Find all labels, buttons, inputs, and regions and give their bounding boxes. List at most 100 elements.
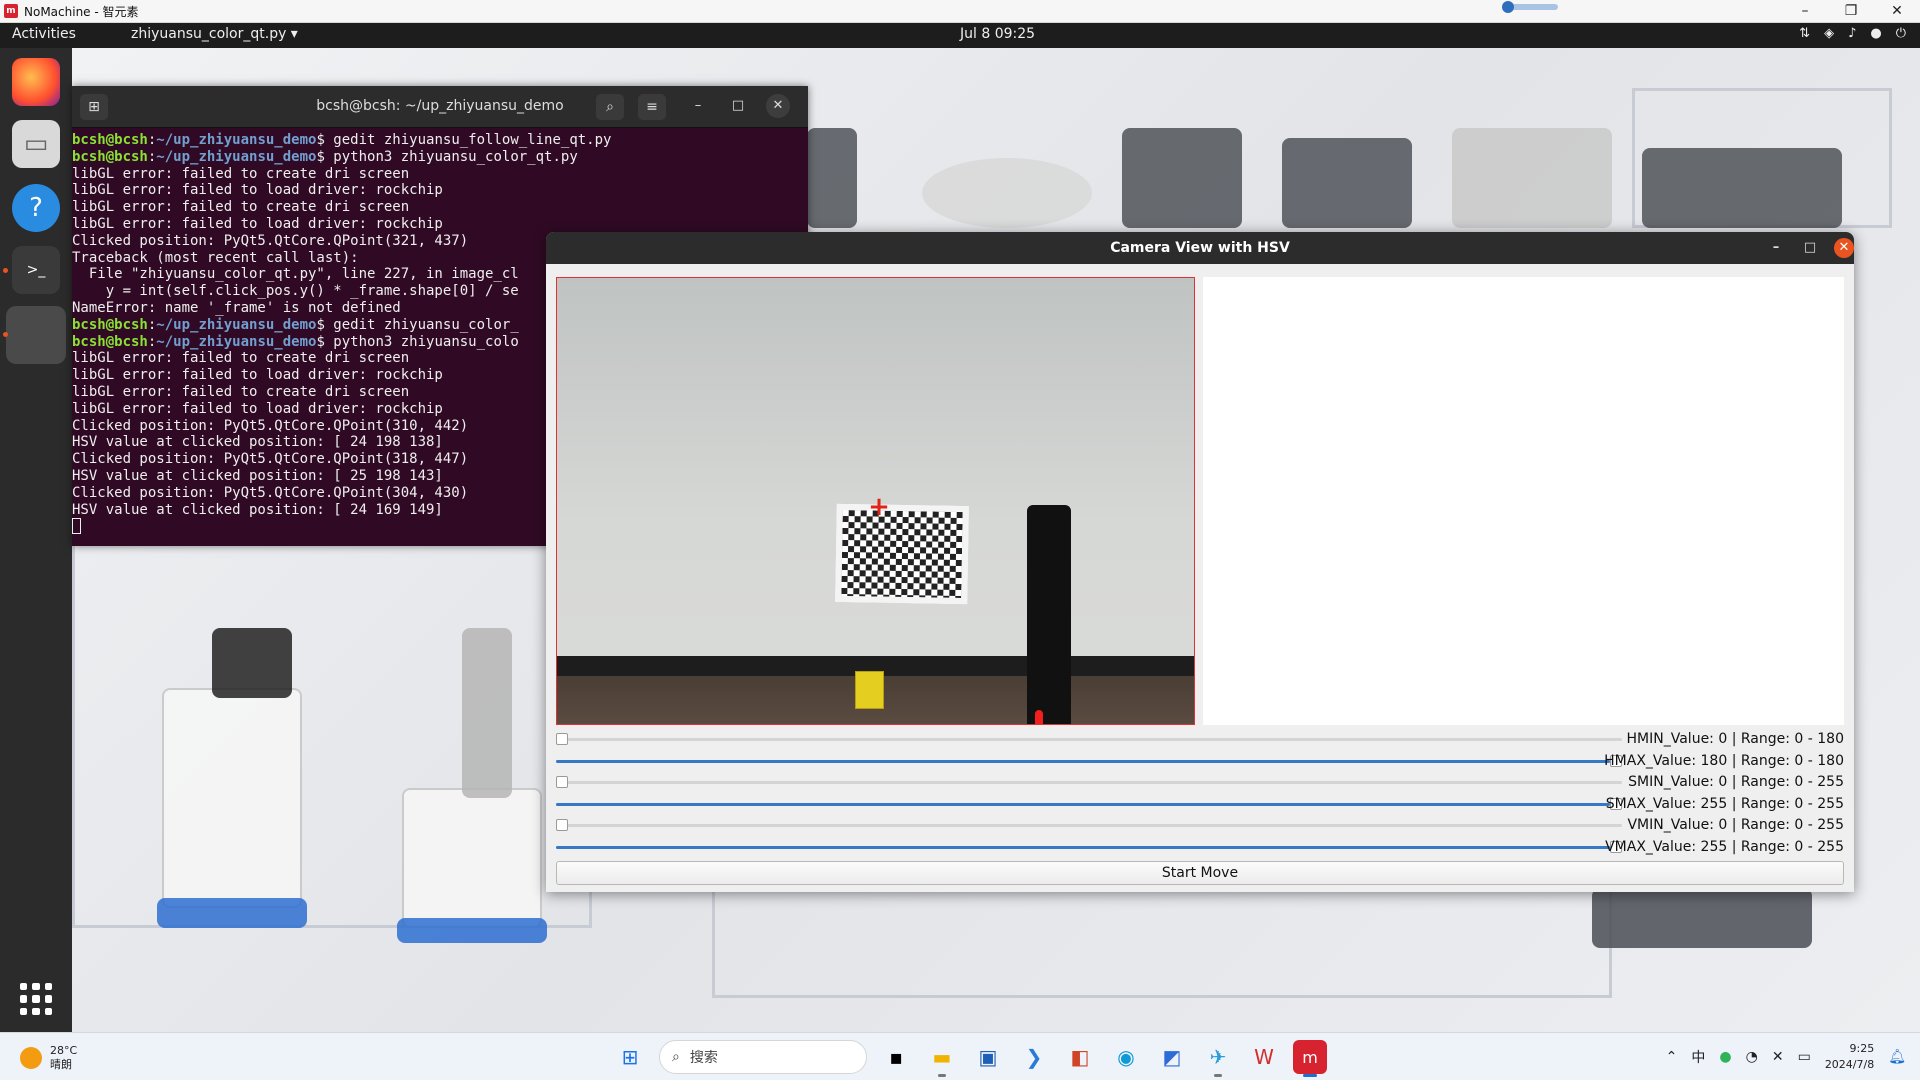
terminal-minimize-button[interactable]: – [686, 94, 710, 118]
camera-close-button[interactable]: ✕ [1834, 238, 1854, 258]
prompt-user: bcsh@bcsh [72, 333, 148, 350]
slider-handle[interactable] [556, 819, 568, 831]
hsv-slider-row: SMIN_Value: 0 | Range: 0 - 255 [556, 772, 1844, 794]
slider-fill [556, 759, 1610, 763]
battery-icon[interactable]: ▭ [1798, 1049, 1811, 1065]
hsv-slider-row: HMAX_Value: 180 | Range: 0 - 180 [556, 751, 1844, 773]
slider-track[interactable] [556, 754, 1622, 767]
restore-button[interactable]: ❐ [1828, 3, 1874, 19]
office-app-icon[interactable]: ◧ [1063, 1040, 1097, 1074]
hsv-mask-view [1203, 277, 1844, 725]
weather-temp: 28°C [50, 1044, 78, 1057]
slider-handle[interactable] [556, 776, 568, 788]
click-crosshair-icon: + [868, 492, 890, 522]
slider-track[interactable] [556, 733, 1622, 745]
camera-titlebar[interactable]: Camera View with HSV – □ ✕ [546, 232, 1854, 264]
terminal-titlebar[interactable]: ⊞ bcsh@bcsh: ~/up_zhiyuansu_demo ⌕ ≡ – □… [72, 86, 808, 128]
terminal-line: libGL error: failed to create dri screen [72, 199, 410, 216]
red-marker [1035, 710, 1043, 724]
slider-handle[interactable] [556, 733, 568, 745]
show-apps-icon[interactable] [20, 983, 52, 1015]
slider-track[interactable] [556, 776, 1622, 788]
terminal-line: libGL error: failed to load driver: rock… [72, 182, 443, 199]
robot-gripper-image [1452, 128, 1612, 228]
chevron-up-icon[interactable]: ⌃ [1666, 1049, 1678, 1065]
prompt-user: bcsh@bcsh [72, 316, 148, 333]
file-explorer-icon[interactable]: ▬ [925, 1040, 959, 1077]
ime-indicator[interactable]: 中 [1691, 1047, 1705, 1067]
mic-icon[interactable]: ● [1870, 26, 1881, 41]
camera-maximize-button[interactable]: □ [1800, 238, 1820, 258]
camera-minimize-button[interactable]: – [1766, 238, 1786, 258]
files-icon[interactable]: ▭ [12, 120, 60, 168]
prompt-path: ~/up_zhiyuansu_demo [156, 316, 317, 333]
windows-start-icon[interactable]: ⊞ [613, 1040, 647, 1074]
camera-video-feed[interactable]: + [556, 277, 1195, 725]
prompt-path: ~/up_zhiyuansu_demo [156, 148, 317, 165]
prompt-user: bcsh@bcsh [72, 148, 148, 165]
vscode-icon[interactable]: ❯ [1017, 1040, 1051, 1074]
terminal-line: bcsh@bcsh:~/up_zhiyuansu_demo$ gedit zhi… [72, 132, 808, 149]
camera-window-title: Camera View with HSV [1110, 240, 1290, 256]
command-text: $ python3 zhiyuansu_color_qt.py [316, 148, 578, 165]
wps-icon[interactable]: W [1247, 1040, 1281, 1074]
taskbar-apps: ⊞ ⌕ 搜索 ▪ ▬ ▣ ❯ ◧ ◉ ◩ ✈ W m [613, 1040, 1327, 1077]
gnome-clock[interactable]: Jul 8 09:25 [960, 26, 1035, 42]
service-robot-image [162, 688, 302, 908]
checkerboard-target [835, 503, 969, 605]
hamburger-menu-icon[interactable]: ≡ [638, 94, 666, 120]
slider-label: VMAX_Value: 255 | Range: 0 - 255 [1605, 838, 1844, 855]
terminal-running-indicator [3, 268, 8, 273]
mute-icon[interactable]: ✕ [1772, 1049, 1784, 1065]
minimize-button[interactable]: – [1782, 3, 1828, 19]
firefox-icon[interactable] [12, 58, 60, 106]
hsv-slider-row: HMIN_Value: 0 | Range: 0 - 180 [556, 729, 1844, 751]
help-icon[interactable]: ? [12, 184, 60, 232]
taskbar-clock[interactable]: 9:25 2024/7/8 [1825, 1041, 1874, 1073]
start-move-button[interactable]: Start Move [556, 861, 1844, 885]
remote-desktop-icon[interactable]: ◩ [1155, 1040, 1189, 1074]
search-icon[interactable]: ⌕ [596, 94, 624, 120]
service-robot-base-image [157, 898, 307, 928]
green-app-icon[interactable]: ● [1719, 1049, 1731, 1065]
gnome-top-bar: Activities zhiyuansu_color_qt.py ▾ Jul 8… [0, 23, 1920, 48]
app-placeholder-icon[interactable] [6, 306, 66, 364]
slider-track[interactable] [556, 840, 1622, 853]
slider-label: SMIN_Value: 0 | Range: 0 - 255 [1628, 774, 1844, 790]
network-icon[interactable]: ⇅ [1799, 26, 1810, 41]
command-text: $ python3 zhiyuansu_colo [316, 333, 519, 350]
nomachine-zoom-slider[interactable] [1502, 1, 1558, 13]
close-button[interactable]: ✕ [1874, 3, 1920, 19]
edge-icon[interactable]: ◉ [1109, 1040, 1143, 1074]
store-icon[interactable]: ▣ [971, 1040, 1005, 1074]
nomachine-taskbar-icon[interactable]: m [1293, 1040, 1327, 1077]
black-pole [1027, 505, 1071, 724]
terminal-maximize-button[interactable]: □ [726, 94, 750, 118]
gnome-tray[interactable]: ⇅ ◈ ♪ ● ⏻ [1799, 26, 1906, 41]
slider-label: HMAX_Value: 180 | Range: 0 - 180 [1604, 752, 1844, 769]
slider-track[interactable] [556, 819, 1622, 831]
slider-label: VMIN_Value: 0 | Range: 0 - 255 [1627, 817, 1844, 833]
feishu-icon[interactable]: ✈ [1201, 1040, 1235, 1077]
power-icon[interactable]: ⏻ [1896, 26, 1906, 41]
notification-bell-icon[interactable]: 🔔︎ [1888, 1049, 1906, 1065]
volume-icon[interactable]: ♪ [1848, 26, 1856, 41]
terminal-icon[interactable]: >_ [12, 246, 60, 294]
slider-track[interactable] [556, 797, 1622, 810]
terminal-close-button[interactable]: ✕ [766, 94, 790, 118]
robot-dog-image [1642, 148, 1842, 228]
task-view-icon[interactable]: ▪ [879, 1040, 913, 1074]
taskbar-search[interactable]: ⌕ 搜索 [659, 1040, 867, 1074]
wifi-icon[interactable]: ◈ [1824, 26, 1834, 41]
wifi-icon[interactable]: ◔ [1746, 1049, 1758, 1065]
search-icon: ⌕ [672, 1049, 680, 1065]
prompt-path: ~/up_zhiyuansu_demo [156, 333, 317, 350]
ubuntu-dock: ▭ ? >_ [0, 48, 72, 1032]
slider-label: HMIN_Value: 0 | Range: 0 - 180 [1626, 731, 1844, 747]
activities-button[interactable]: Activities [12, 26, 76, 42]
camera-view-window[interactable]: Camera View with HSV – □ ✕ + HMIN_Value:… [546, 232, 1854, 892]
command-text: $ gedit zhiyuansu_follow_line_qt.py [316, 132, 612, 148]
yellow-cube [855, 671, 884, 709]
app-menu[interactable]: zhiyuansu_color_qt.py ▾ [131, 26, 298, 42]
weather-widget[interactable]: 28°C 晴朗 [20, 1044, 77, 1072]
